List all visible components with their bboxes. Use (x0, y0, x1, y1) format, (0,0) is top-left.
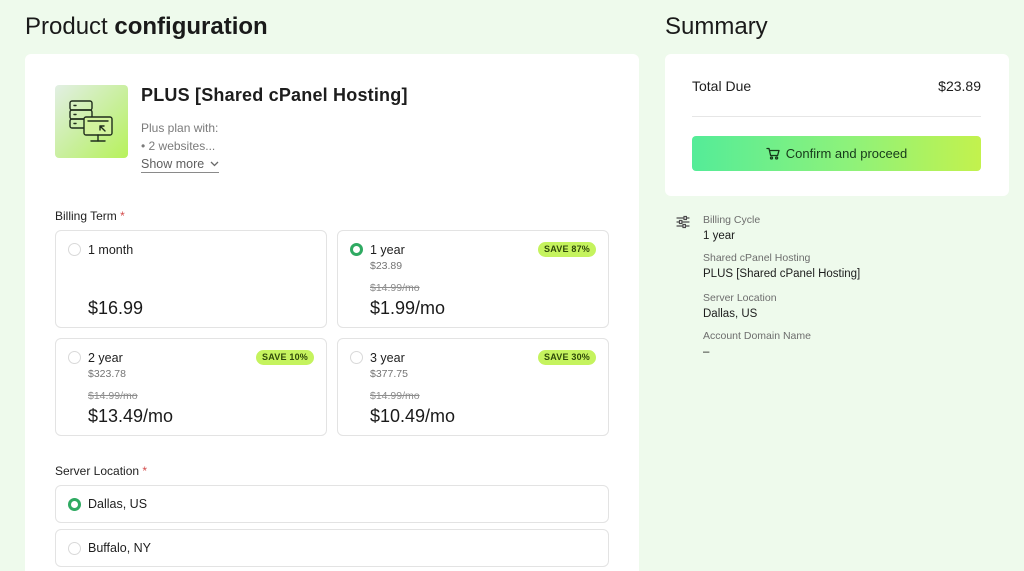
term-old-price: $14.99/mo (370, 282, 420, 294)
detail-key: Account Domain Name (703, 330, 811, 342)
detail-value: Dallas, US (703, 308, 758, 320)
page-title-regular: Product (25, 13, 115, 40)
term-price: $1.99/mo (370, 298, 446, 318)
radio-button[interactable] (68, 542, 81, 555)
term-total: $23.89 (370, 260, 403, 272)
radio-button[interactable] (350, 351, 363, 364)
term-label: 1 month (88, 243, 134, 257)
server-screens-icon (68, 99, 113, 142)
chevron-down-icon (210, 159, 219, 170)
term-price: $13.49/mo (88, 406, 174, 426)
product-description-line: • 2 websites... (141, 139, 216, 153)
detail-key: Shared cPanel Hosting (703, 252, 811, 264)
detail-value: PLUS [Shared cPanel Hosting] (703, 268, 861, 280)
term-total: $323.78 (88, 368, 126, 380)
product-description-line: Plus plan with: (141, 121, 219, 135)
product-name: PLUS [Shared cPanel Hosting] (141, 85, 408, 105)
radio-button-selected[interactable] (68, 498, 81, 511)
summary-title: Summary (665, 13, 768, 40)
divider (692, 116, 981, 117)
save-badge: SAVE 30% (538, 350, 596, 365)
term-price: $16.99 (88, 298, 144, 318)
radio-button[interactable] (68, 351, 81, 364)
page-title-bold: configuration (114, 13, 268, 40)
page-title: Product configuration (25, 13, 268, 41)
confirm-and-proceed-button[interactable]: Confirm and proceed (692, 136, 981, 171)
detail-value: 1 year (703, 230, 735, 242)
term-label: 3 year (370, 351, 405, 365)
required-mark: * (120, 209, 125, 223)
required-mark: * (142, 464, 148, 478)
billing-option-2-year[interactable]: 2 year SAVE 10% $323.78 $14.99/mo $13.49… (55, 338, 327, 436)
billing-option-1-year[interactable]: 1 year SAVE 87% $23.89 $14.99/mo $1.99/m… (337, 230, 609, 328)
location-option-dallas[interactable]: Dallas, US (55, 485, 609, 523)
billing-term-label: Billing Term * (55, 209, 125, 223)
show-more-label: Show more (141, 157, 205, 171)
save-badge: SAVE 10% (256, 350, 314, 365)
location-label: Buffalo, NY (88, 541, 152, 555)
location-label: Dallas, US (88, 497, 148, 511)
term-label: 2 year (88, 351, 123, 365)
term-total: $377.75 (370, 368, 408, 380)
server-location-label: Server Location * (55, 464, 147, 478)
show-more-link[interactable]: Show more (141, 157, 220, 173)
billing-option-1-month[interactable]: 1 month $16.99 (55, 230, 327, 328)
term-old-price: $14.99/mo (88, 390, 138, 402)
summary-card: Total Due $23.89 Confirm and proceed (665, 54, 1009, 196)
location-option-buffalo[interactable]: Buffalo, NY (55, 529, 609, 567)
sliders-icon (676, 215, 690, 229)
detail-value: – (703, 346, 710, 358)
term-old-price: $14.99/mo (370, 390, 420, 402)
term-label: 1 year (370, 243, 405, 257)
billing-term-text: Billing Term (55, 209, 117, 223)
term-price: $10.49/mo (370, 406, 456, 426)
configuration-card: PLUS [Shared cPanel Hosting] Plus plan w… (25, 54, 639, 571)
total-due-label: Total Due (692, 78, 752, 94)
radio-button-selected[interactable] (350, 243, 363, 256)
confirm-button-label: Confirm and proceed (785, 146, 908, 161)
detail-key: Billing Cycle (703, 214, 761, 226)
save-badge: SAVE 87% (538, 242, 596, 257)
cart-icon (766, 147, 780, 160)
radio-button[interactable] (68, 243, 81, 256)
detail-key: Server Location (703, 292, 777, 304)
billing-option-3-year[interactable]: 3 year SAVE 30% $377.75 $14.99/mo $10.49… (337, 338, 609, 436)
total-due-value: $23.89 (938, 78, 981, 94)
server-location-text: Server Location (55, 464, 140, 478)
product-thumbnail (55, 85, 128, 158)
